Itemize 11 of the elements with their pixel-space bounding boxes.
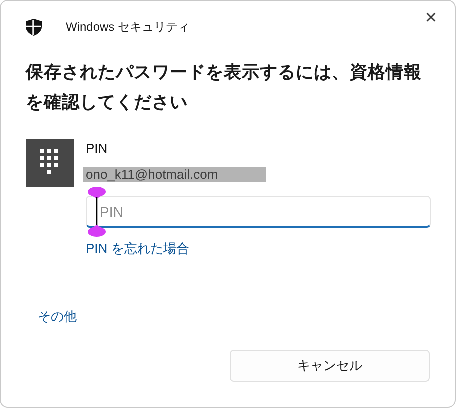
shield-icon <box>26 18 42 36</box>
pin-field[interactable]: PIN <box>86 196 431 228</box>
more-options-link[interactable]: その他 <box>38 308 77 326</box>
close-button[interactable]: × <box>421 7 441 30</box>
account-email: ono_k11@hotmail.com <box>83 167 266 182</box>
pin-keypad-icon <box>26 139 74 187</box>
sign-in-method: PIN <box>86 141 109 156</box>
window-title: Windows セキュリティ <box>66 18 190 36</box>
cancel-button[interactable]: キャンセル <box>230 350 430 382</box>
forgot-pin-link[interactable]: PIN を忘れた場合 <box>86 240 190 258</box>
dialog-heading: 保存されたパスワードを表示するには、資格情報を確認してください <box>26 61 423 114</box>
